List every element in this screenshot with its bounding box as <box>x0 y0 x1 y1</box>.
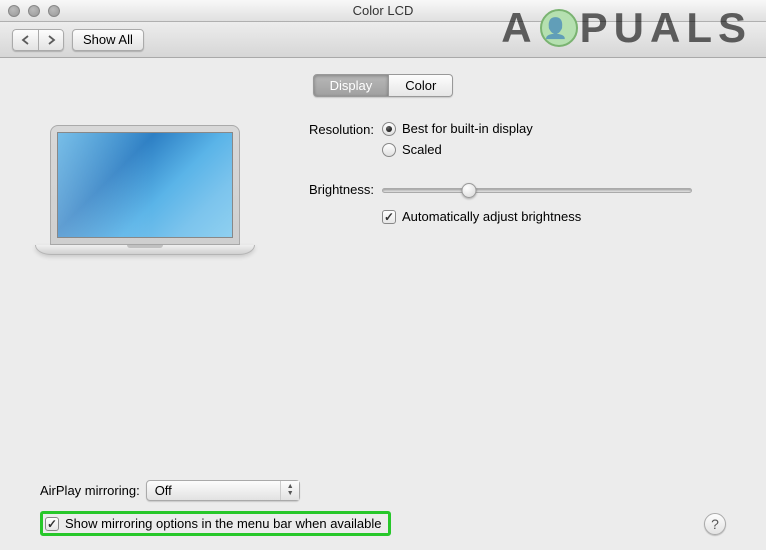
back-button[interactable] <box>12 29 38 51</box>
main-section: Resolution: Best for built-in display Sc… <box>12 117 754 255</box>
radio-icon <box>382 143 396 157</box>
checkbox-icon <box>45 517 59 531</box>
inner-panel: Display Color Resolution <box>12 70 754 450</box>
show-mirroring-checkbox[interactable]: Show mirroring options in the menu bar w… <box>40 511 391 536</box>
checkbox-icon <box>382 210 396 224</box>
airplay-row: AirPlay mirroring: Off ▲▼ <box>12 474 754 507</box>
watermark-text-right: PUALS <box>580 4 752 52</box>
settings: Resolution: Best for built-in display Sc… <box>287 117 734 255</box>
auto-brightness-label: Automatically adjust brightness <box>402 209 581 224</box>
slider-track <box>382 188 692 193</box>
brightness-row: Brightness: Automatically adjust brightn… <box>287 181 734 224</box>
back-icon <box>21 35 30 45</box>
laptop-icon <box>35 125 255 255</box>
help-icon: ? <box>711 516 719 532</box>
window-title: Color LCD <box>353 3 414 18</box>
radio-best-label: Best for built-in display <box>402 121 533 136</box>
tab-display[interactable]: Display <box>313 74 390 97</box>
close-window-button[interactable] <box>8 5 20 17</box>
window-controls <box>8 5 60 17</box>
resolution-row: Resolution: Best for built-in display Sc… <box>287 121 734 163</box>
forward-button[interactable] <box>38 29 64 51</box>
airplay-label: AirPlay mirroring: <box>40 483 140 498</box>
show-all-button[interactable]: Show All <box>72 29 144 51</box>
watermark-logo: A PUALS <box>501 4 752 52</box>
zoom-window-button[interactable] <box>48 5 60 17</box>
slider-thumb[interactable] <box>461 183 476 198</box>
tab-group: Display Color <box>12 70 754 97</box>
tab-color[interactable]: Color <box>389 74 453 97</box>
nav-group <box>12 29 64 51</box>
forward-icon <box>47 35 56 45</box>
watermark-text-left: A <box>501 4 537 52</box>
watermark-mascot-icon <box>540 9 578 47</box>
auto-brightness-checkbox[interactable]: Automatically adjust brightness <box>382 209 734 224</box>
content: Display Color Resolution <box>0 58 766 550</box>
popup-arrows-icon: ▲▼ <box>287 483 294 497</box>
show-mirroring-label: Show mirroring options in the menu bar w… <box>65 516 382 531</box>
radio-icon <box>382 122 396 136</box>
minimize-window-button[interactable] <box>28 5 40 17</box>
radio-best-for-display[interactable]: Best for built-in display <box>382 121 734 136</box>
airplay-mirroring-select[interactable]: Off ▲▼ <box>146 480 300 501</box>
airplay-value: Off <box>155 483 172 498</box>
resolution-label: Resolution: <box>287 121 382 163</box>
radio-scaled-label: Scaled <box>402 142 442 157</box>
help-button[interactable]: ? <box>704 513 726 535</box>
brightness-slider[interactable] <box>382 181 692 199</box>
bottom-section: AirPlay mirroring: Off ▲▼ Show mirroring… <box>12 474 754 540</box>
brightness-label: Brightness: <box>287 181 382 224</box>
display-preview <box>32 117 257 255</box>
radio-scaled[interactable]: Scaled <box>382 142 734 157</box>
